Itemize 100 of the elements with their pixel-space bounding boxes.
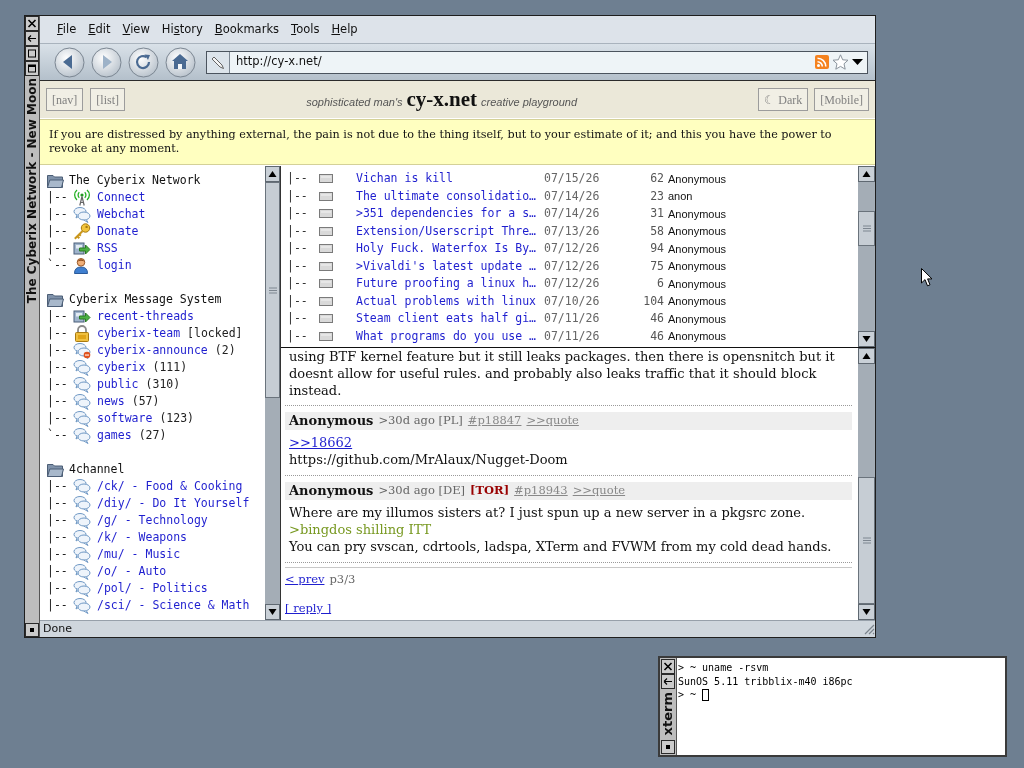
thread-date: 07/11/26: [544, 311, 600, 326]
dot-square-icon[interactable]: [25, 623, 39, 637]
chat-bubbles-icon: [73, 206, 91, 223]
reply-link[interactable]: [ reply ]: [285, 601, 332, 616]
thread-title-link[interactable]: >Vivaldi's latest update …: [356, 258, 536, 273]
close-icon[interactable]: [661, 659, 675, 674]
menu-item[interactable]: Edit: [82, 19, 117, 40]
tree-branch: |--: [47, 206, 68, 221]
sidebar-link[interactable]: Donate: [97, 222, 139, 241]
tree-branch: |--: [47, 512, 68, 527]
thread-date: 07/14/26: [544, 206, 600, 221]
prev-link[interactable]: < prev: [285, 571, 325, 589]
menu-item[interactable]: Help: [325, 19, 364, 40]
envelope-icon: [319, 244, 333, 254]
post-tag: [TOR]: [470, 482, 510, 500]
thread-title-link[interactable]: >351 dependencies for a s…: [356, 206, 536, 221]
sidebar-link[interactable]: recent-threads: [97, 307, 194, 326]
tree-branch: |--: [47, 393, 68, 408]
sidebar-link[interactable]: /k/ - Weapons: [97, 528, 187, 547]
sidebar-link[interactable]: /ck/ - Food & Cooking: [97, 477, 243, 496]
sidebar-link[interactable]: /pol/ - Politics: [97, 579, 208, 598]
tree-branch: |--: [47, 478, 68, 493]
sidebar-link[interactable]: cyberix-team: [97, 324, 181, 343]
box-arrow-icon: [73, 308, 91, 325]
caret-icon[interactable]: [852, 59, 863, 65]
sidebar-link[interactable]: games: [97, 426, 132, 445]
post-text: Where are my illumos sisters at? I just spun up a new server in a pkgsrc zone.: [289, 504, 806, 521]
reply-reference-link[interactable]: >>18662: [289, 434, 353, 451]
thread-date: 07/15/26: [544, 171, 600, 186]
sidebar-link[interactable]: /diy/ - Do It Yourself: [97, 494, 250, 513]
sidebar-link[interactable]: news: [97, 392, 125, 411]
menu-item[interactable]: Tools: [285, 19, 326, 40]
post-text: You can pry svscan, cdrtools, ladspa, XTerm and FVWM from my cold dead hands.: [289, 538, 832, 555]
scrollbar-thumb[interactable]: [858, 477, 875, 604]
tree-branch: |--: [47, 376, 68, 391]
reload-icon[interactable]: [128, 46, 159, 78]
quote-text: If you are distressed by anything external, the pain is not due to the thing itself, but to your estimate of it; and this you have the power to revoke at any moment.: [49, 128, 833, 156]
box-arrow-icon: [73, 240, 91, 257]
tree-branch: |--: [287, 276, 308, 291]
left-arrow-icon[interactable]: [25, 31, 39, 46]
menu-item[interactable]: Bookmarks: [208, 19, 286, 40]
menu-item[interactable]: File: [51, 19, 83, 40]
thread-author: anon: [668, 189, 693, 204]
resize-grip-icon[interactable]: [863, 623, 875, 635]
tagline-text: creative playground: [481, 94, 578, 110]
tree-branch: |--: [47, 308, 68, 323]
chat-bubbles-icon: [73, 359, 91, 376]
scrollbar-thumb[interactable]: [858, 211, 875, 246]
sidebar-link[interactable]: software: [97, 409, 153, 428]
sidebar-link[interactable]: /o/ - Auto: [97, 562, 167, 581]
chat-bubbles-icon: [73, 563, 91, 580]
left-arrow-icon[interactable]: [661, 674, 675, 689]
thread-title-link[interactable]: Steam client eats half gi…: [356, 311, 536, 326]
header-button[interactable]: ☾ Dark: [758, 88, 809, 111]
thread-author: Anonymous: [668, 329, 727, 344]
sidebar-link[interactable]: Webchat: [97, 205, 146, 224]
sidebar-link[interactable]: cyberix-announce: [97, 341, 208, 360]
dot-square-icon[interactable]: [661, 740, 675, 754]
chat-bubbles-icon: [73, 580, 91, 597]
menu-item[interactable]: View: [116, 19, 156, 40]
pencil-icon[interactable]: [207, 51, 230, 73]
header-button[interactable]: [list]: [90, 88, 125, 111]
thread-title-link[interactable]: The ultimate consolidatio…: [356, 188, 536, 203]
square-icon[interactable]: [25, 46, 39, 61]
scrollbar-thumb[interactable]: [265, 182, 280, 398]
sidebar-link[interactable]: login: [97, 256, 132, 275]
tree-branch: |--: [47, 563, 68, 578]
envelope-icon: [319, 174, 333, 184]
padlock-icon: [73, 325, 91, 342]
tree-branch: |--: [287, 258, 308, 273]
sidebar-link[interactable]: cyberix: [97, 358, 146, 377]
thread-title-link[interactable]: Holy Fuck. Waterfox Is By…: [356, 241, 536, 256]
close-icon[interactable]: [25, 16, 39, 31]
sidebar-link[interactable]: RSS: [97, 239, 118, 258]
thread-title-link[interactable]: What programs do you use …: [356, 328, 536, 343]
square-icon[interactable]: [25, 61, 39, 76]
rss-icon[interactable]: [815, 55, 829, 69]
chat-bubbles-icon: [73, 393, 91, 410]
sidebar-link[interactable]: /g/ - Technology: [97, 511, 208, 530]
address-field[interactable]: http://cy-x.net/: [206, 50, 868, 74]
home-icon[interactable]: [165, 46, 196, 78]
post-author: Anonymous: [289, 482, 374, 501]
page-indicator: p3/3: [329, 571, 356, 588]
sidebar-link[interactable]: Connect: [97, 188, 146, 207]
thread-title-link[interactable]: Vichan is kill: [356, 171, 453, 186]
sidebar-link[interactable]: /sci/ - Science & Math: [97, 596, 250, 615]
envelope-icon: [319, 209, 333, 219]
thread-title-link[interactable]: Extension/Userscript Thre…: [356, 223, 536, 238]
menu-item[interactable]: History: [155, 19, 209, 40]
thread-title-link[interactable]: Future proofing a linux h…: [356, 276, 536, 291]
thread-title-link[interactable]: Actual problems with linux: [356, 293, 536, 308]
item-detail: (310): [145, 375, 181, 393]
sidebar-link[interactable]: /mu/ - Music: [97, 545, 181, 564]
header-button[interactable]: [nav]: [46, 88, 84, 111]
folder-icon: [47, 173, 64, 188]
star-icon[interactable]: [832, 54, 849, 70]
envelope-icon: [319, 279, 333, 289]
thread-author: Anonymous: [668, 294, 727, 309]
header-button[interactable]: [Mobile]: [814, 88, 869, 111]
sidebar-link[interactable]: public: [97, 375, 139, 394]
